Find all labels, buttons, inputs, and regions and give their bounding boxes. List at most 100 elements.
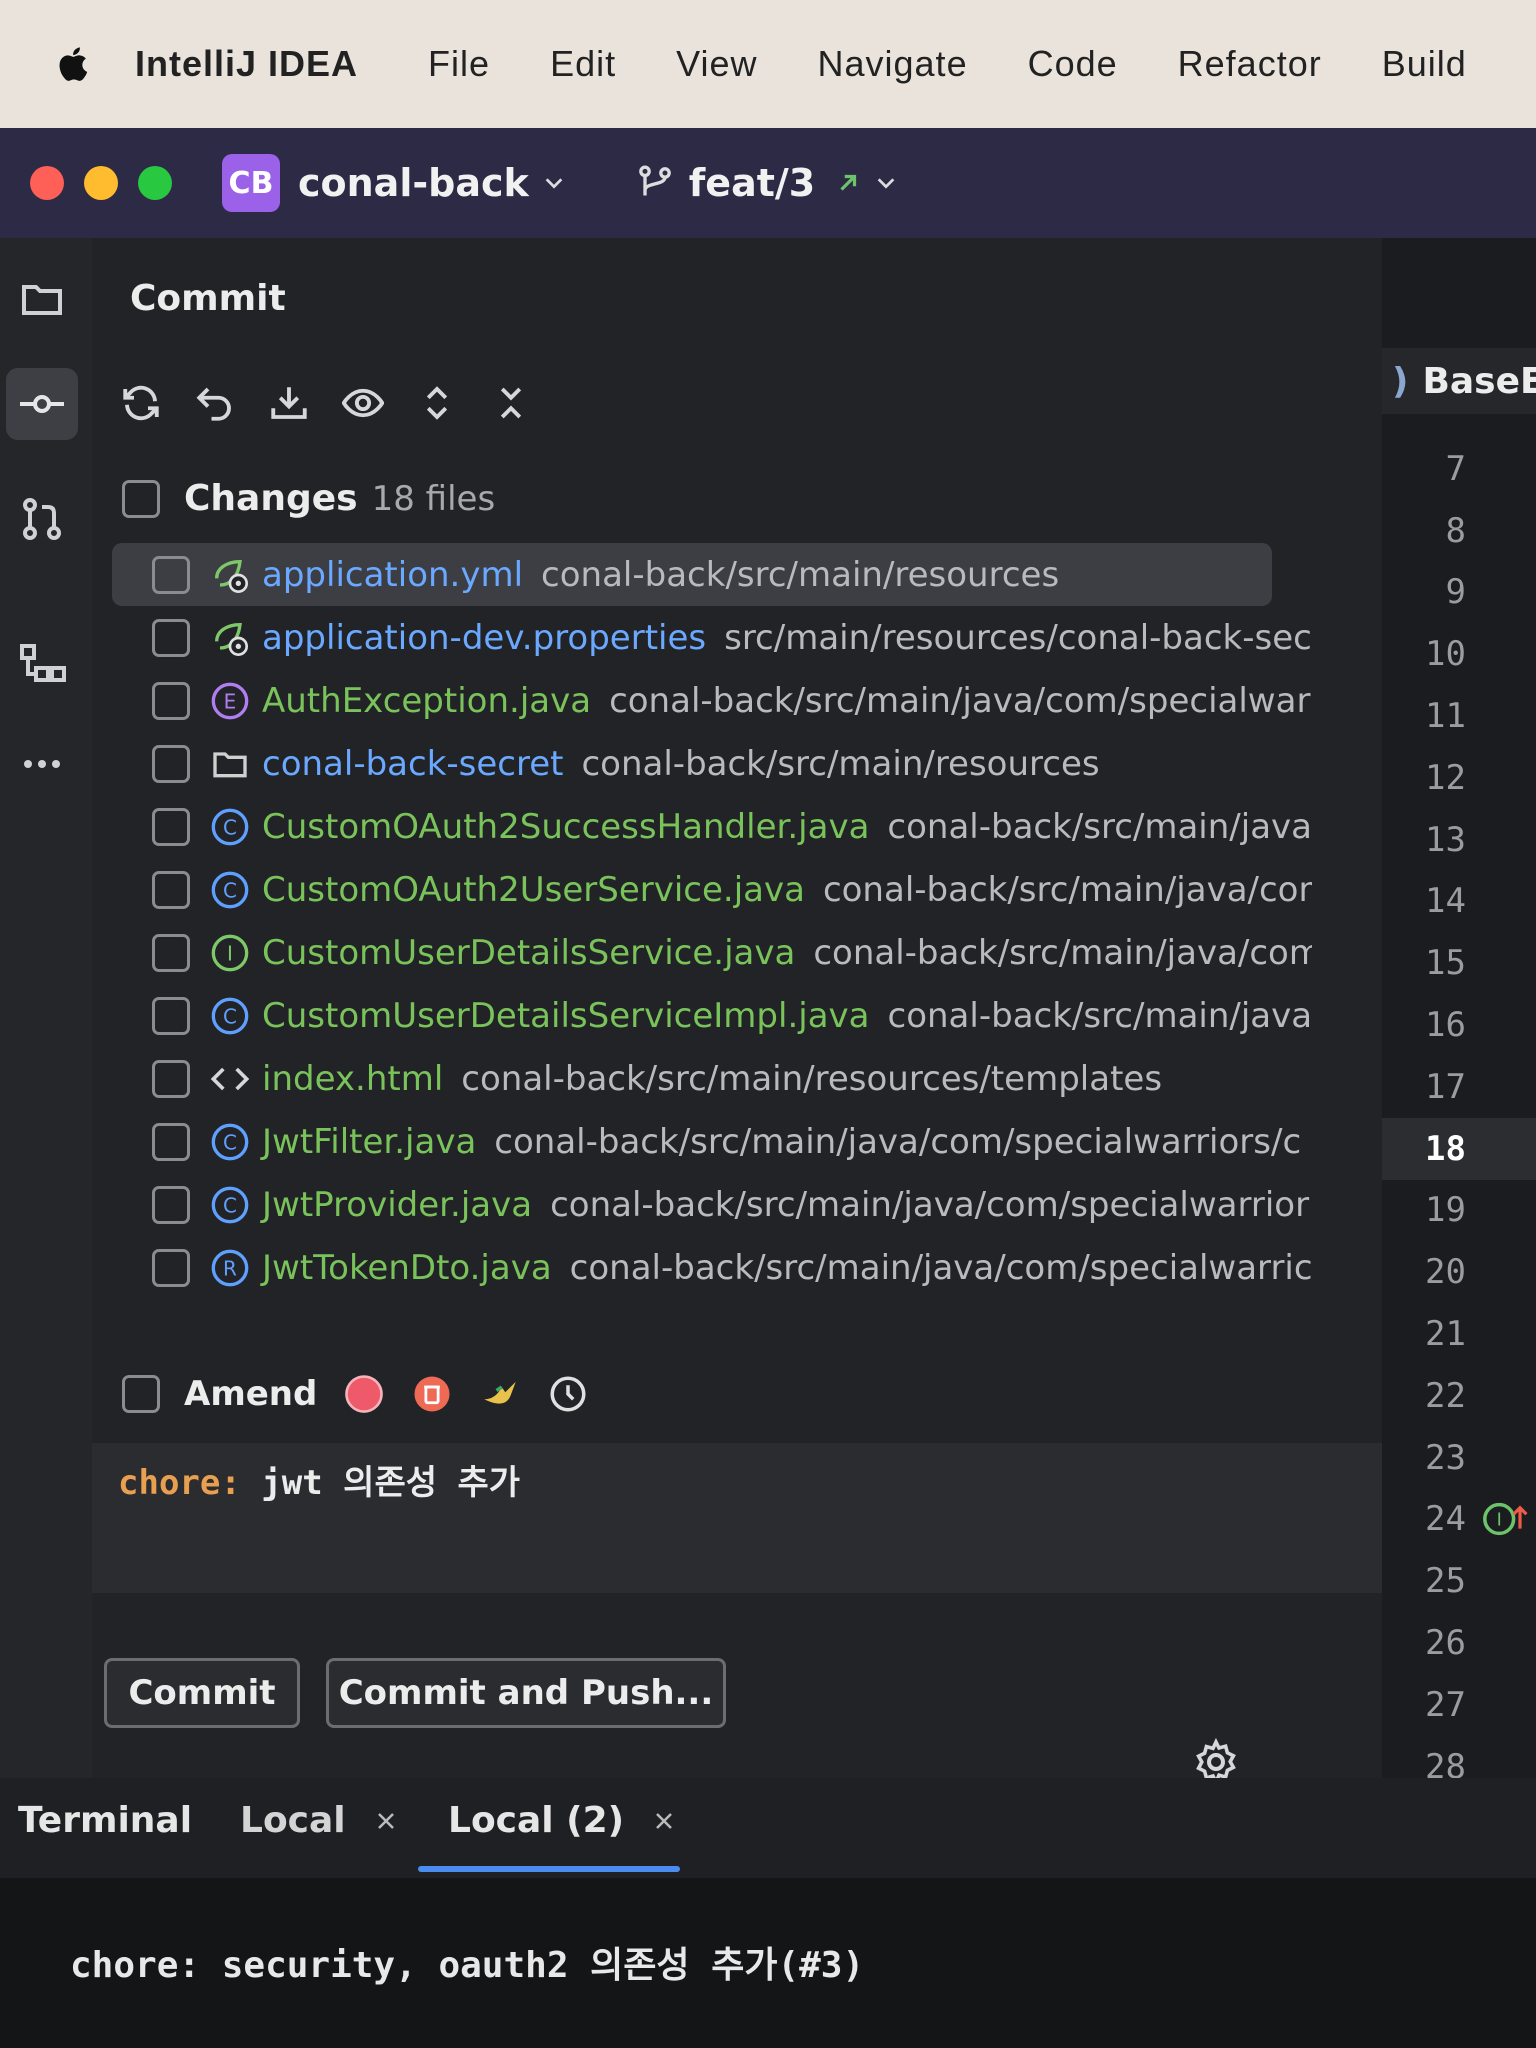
trash-icon[interactable] xyxy=(411,1373,453,1415)
line-number[interactable]: 26 xyxy=(1382,1612,1536,1674)
pull-requests-tool-button[interactable] xyxy=(6,483,78,555)
file-row[interactable]: conal-back-secret conal-back/src/main/re… xyxy=(112,732,1312,795)
commit-message-input[interactable]: chore: jwt 의존성 추가 xyxy=(92,1443,1382,1593)
amend-label[interactable]: Amend xyxy=(184,1374,317,1414)
menu-view[interactable]: View xyxy=(676,43,757,85)
line-number[interactable]: 14 xyxy=(1382,871,1536,933)
file-row[interactable]: C JwtFilter.java conal-back/src/main/jav… xyxy=(112,1110,1312,1173)
file-checkbox[interactable] xyxy=(152,933,190,972)
menu-code[interactable]: Code xyxy=(1028,43,1118,85)
file-row[interactable]: I CustomUserDetailsService.java conal-ba… xyxy=(112,921,1312,984)
file-checkbox[interactable] xyxy=(152,1122,190,1161)
line-number[interactable]: 7 xyxy=(1382,438,1536,500)
line-number[interactable]: 15 xyxy=(1382,932,1536,994)
terminal-output[interactable]: chore: security, oauth2 의존성 추가(#3) xyxy=(0,1878,1536,2048)
line-number[interactable]: 25 xyxy=(1382,1550,1536,1612)
file-row[interactable]: R JwtTokenDto.java conal-back/src/main/j… xyxy=(112,1236,1312,1299)
line-number[interactable]: 23 xyxy=(1382,1427,1536,1489)
file-row[interactable]: application.yml conal-back/src/main/reso… xyxy=(112,543,1272,606)
menu-refactor[interactable]: Refactor xyxy=(1178,43,1322,85)
file-checkbox[interactable] xyxy=(152,618,190,657)
tab-local-2[interactable]: Local (2) xyxy=(448,1800,676,1841)
expand-all-button[interactable] xyxy=(412,378,462,428)
file-checkbox[interactable] xyxy=(152,681,190,720)
amend-checkbox[interactable] xyxy=(122,1375,160,1413)
menu-edit[interactable]: Edit xyxy=(550,43,616,85)
window-minimize-button[interactable] xyxy=(84,166,118,200)
view-options-button[interactable] xyxy=(338,378,388,428)
file-checkbox[interactable] xyxy=(152,555,190,594)
file-row[interactable]: C CustomUserDetailsServiceImpl.java cona… xyxy=(112,984,1312,1047)
changes-group-header[interactable]: Changes 18 files xyxy=(122,478,495,519)
close-icon[interactable] xyxy=(652,1809,676,1833)
file-row[interactable]: C JwtProvider.java conal-back/src/main/j… xyxy=(112,1173,1312,1236)
line-number[interactable]: 11 xyxy=(1382,685,1536,747)
apple-logo-icon[interactable] xyxy=(55,44,95,84)
line-number[interactable]: 13 xyxy=(1382,809,1536,871)
file-checkbox[interactable] xyxy=(152,1059,190,1098)
file-checkbox[interactable] xyxy=(152,807,190,846)
project-name[interactable]: conal-back xyxy=(298,161,529,205)
svg-text:C: C xyxy=(223,1130,237,1154)
line-number-with-marker[interactable]: 24 I xyxy=(1382,1489,1536,1551)
changed-files-list: application.yml conal-back/src/main/reso… xyxy=(112,543,1312,1308)
file-row[interactable]: index.html conal-back/src/main/resources… xyxy=(112,1047,1312,1110)
more-horizontal-icon xyxy=(24,760,60,768)
menu-app-name[interactable]: IntelliJ IDEA xyxy=(135,43,358,85)
line-number[interactable]: 8 xyxy=(1382,500,1536,562)
file-path: conal-back/src/main/resources xyxy=(541,554,1060,595)
line-number[interactable]: 20 xyxy=(1382,1241,1536,1303)
more-tools-button[interactable] xyxy=(6,728,78,800)
file-checkbox[interactable] xyxy=(152,744,190,783)
shelve-button[interactable] xyxy=(264,378,314,428)
tab-local[interactable]: Local xyxy=(240,1800,398,1841)
refresh-icon xyxy=(123,385,159,421)
clock-history-icon[interactable] xyxy=(547,1373,589,1415)
chevron-down-icon[interactable] xyxy=(875,172,897,194)
window-zoom-button[interactable] xyxy=(138,166,172,200)
project-tool-button[interactable] xyxy=(6,263,78,335)
file-name: JwtTokenDto.java xyxy=(262,1247,552,1288)
line-number[interactable]: 22 xyxy=(1382,1365,1536,1427)
line-number[interactable]: 12 xyxy=(1382,747,1536,809)
line-number[interactable]: 21 xyxy=(1382,1303,1536,1365)
menu-build[interactable]: Build xyxy=(1382,43,1467,85)
file-row[interactable]: E AuthException.java conal-back/src/main… xyxy=(112,669,1312,732)
line-number[interactable]: 9 xyxy=(1382,562,1536,624)
changes-checkbox[interactable] xyxy=(122,479,160,518)
refresh-button[interactable] xyxy=(116,378,166,428)
close-icon[interactable] xyxy=(374,1809,398,1833)
line-number[interactable]: 10 xyxy=(1382,623,1536,685)
implements-method-icon[interactable]: I xyxy=(1480,1499,1528,1539)
project-badge[interactable]: CB xyxy=(222,154,280,212)
red-circle-icon[interactable] xyxy=(343,1373,385,1415)
window-close-button[interactable] xyxy=(30,166,64,200)
line-number[interactable]: 19 xyxy=(1382,1180,1536,1242)
editor-tab[interactable]: ) BaseE xyxy=(1382,348,1536,414)
line-number[interactable]: 17 xyxy=(1382,1056,1536,1118)
commit-tool-button[interactable] xyxy=(6,368,78,440)
file-checkbox[interactable] xyxy=(152,870,190,909)
html-icon xyxy=(210,1067,250,1090)
commit-and-push-button[interactable]: Commit and Push... xyxy=(326,1658,726,1728)
changes-label: Changes xyxy=(184,478,358,519)
file-checkbox[interactable] xyxy=(152,1248,190,1287)
commit-button[interactable]: Commit xyxy=(104,1658,300,1728)
structure-tool-button[interactable] xyxy=(6,628,78,700)
menu-file[interactable]: File xyxy=(428,43,490,85)
rollback-button[interactable] xyxy=(190,378,240,428)
menu-navigate[interactable]: Navigate xyxy=(818,43,968,85)
chevron-down-icon[interactable] xyxy=(543,172,565,194)
file-name: CustomUserDetailsServiceImpl.java xyxy=(262,995,870,1036)
current-line-number[interactable]: 18 xyxy=(1382,1117,1536,1180)
line-number[interactable]: 27 xyxy=(1382,1674,1536,1736)
branch-name[interactable]: feat/3 xyxy=(689,161,815,205)
file-row[interactable]: C CustomOAuth2SuccessHandler.java conal-… xyxy=(112,795,1312,858)
file-row[interactable]: C CustomOAuth2UserService.java conal-bac… xyxy=(112,858,1312,921)
file-checkbox[interactable] xyxy=(152,1185,190,1224)
collapse-all-button[interactable] xyxy=(486,378,536,428)
line-number[interactable]: 16 xyxy=(1382,994,1536,1056)
hummingbird-icon[interactable] xyxy=(479,1373,521,1415)
file-checkbox[interactable] xyxy=(152,996,190,1035)
file-row[interactable]: application-dev.properties src/main/reso… xyxy=(112,606,1312,669)
